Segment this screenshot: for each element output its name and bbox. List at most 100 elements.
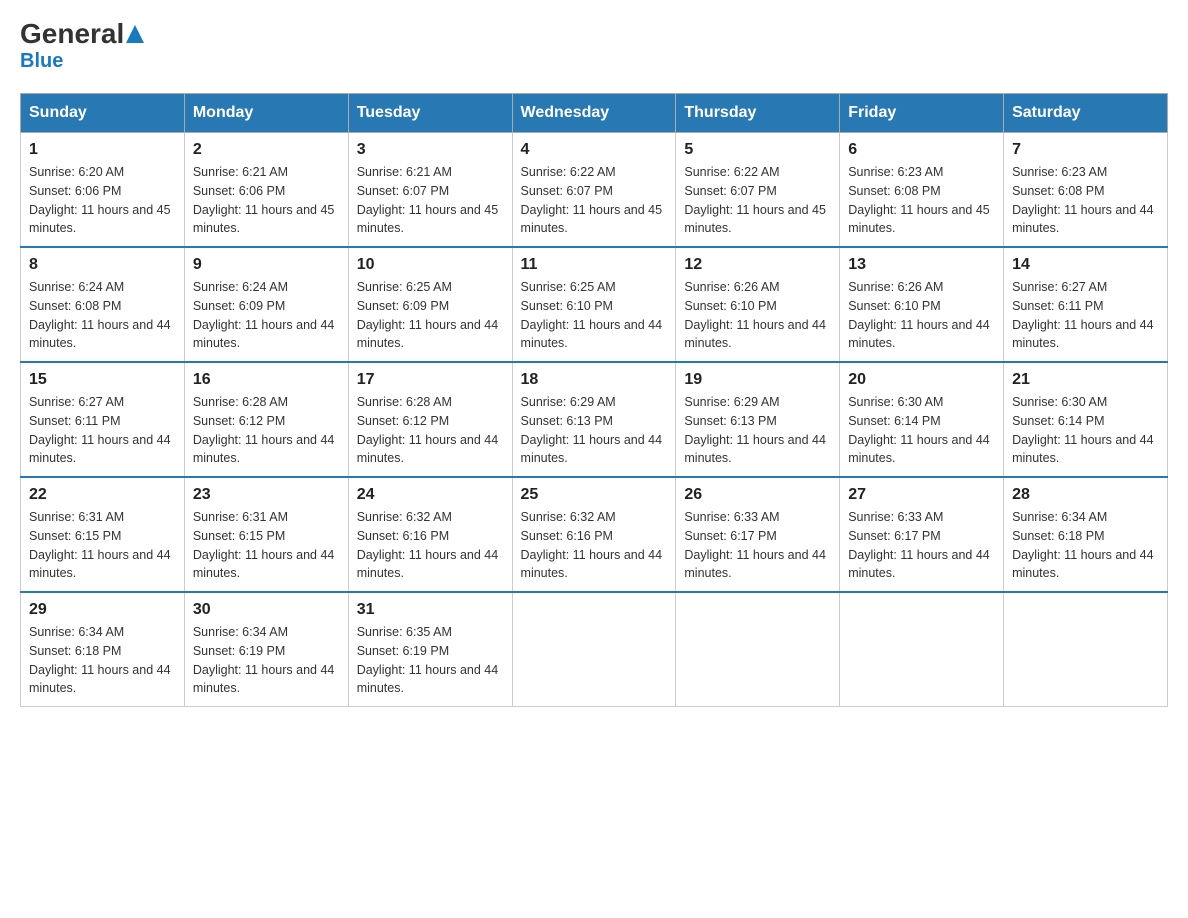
week-row-3: 22 Sunrise: 6:31 AMSunset: 6:15 PMDaylig… bbox=[21, 477, 1168, 592]
day-info: Sunrise: 6:21 AMSunset: 6:07 PMDaylight:… bbox=[357, 163, 504, 238]
day-number: 11 bbox=[521, 256, 668, 274]
day-number: 6 bbox=[848, 141, 995, 159]
day-info: Sunrise: 6:32 AMSunset: 6:16 PMDaylight:… bbox=[521, 508, 668, 583]
day-number: 18 bbox=[521, 371, 668, 389]
day-number: 25 bbox=[521, 486, 668, 504]
calendar-cell: 17 Sunrise: 6:28 AMSunset: 6:12 PMDaylig… bbox=[348, 362, 512, 477]
calendar-cell: 25 Sunrise: 6:32 AMSunset: 6:16 PMDaylig… bbox=[512, 477, 676, 592]
day-info: Sunrise: 6:30 AMSunset: 6:14 PMDaylight:… bbox=[848, 393, 995, 468]
header-wednesday: Wednesday bbox=[512, 94, 676, 133]
calendar-cell: 29 Sunrise: 6:34 AMSunset: 6:18 PMDaylig… bbox=[21, 592, 185, 707]
day-info: Sunrise: 6:26 AMSunset: 6:10 PMDaylight:… bbox=[848, 278, 995, 353]
day-info: Sunrise: 6:24 AMSunset: 6:08 PMDaylight:… bbox=[29, 278, 176, 353]
calendar-cell bbox=[840, 592, 1004, 707]
calendar-cell: 11 Sunrise: 6:25 AMSunset: 6:10 PMDaylig… bbox=[512, 247, 676, 362]
calendar-cell: 7 Sunrise: 6:23 AMSunset: 6:08 PMDayligh… bbox=[1004, 133, 1168, 248]
day-number: 4 bbox=[521, 141, 668, 159]
day-number: 22 bbox=[29, 486, 176, 504]
calendar-cell: 24 Sunrise: 6:32 AMSunset: 6:16 PMDaylig… bbox=[348, 477, 512, 592]
header-saturday: Saturday bbox=[1004, 94, 1168, 133]
calendar-cell: 26 Sunrise: 6:33 AMSunset: 6:17 PMDaylig… bbox=[676, 477, 840, 592]
day-info: Sunrise: 6:21 AMSunset: 6:06 PMDaylight:… bbox=[193, 163, 340, 238]
calendar-cell: 15 Sunrise: 6:27 AMSunset: 6:11 PMDaylig… bbox=[21, 362, 185, 477]
day-number: 9 bbox=[193, 256, 340, 274]
day-info: Sunrise: 6:34 AMSunset: 6:19 PMDaylight:… bbox=[193, 623, 340, 698]
day-info: Sunrise: 6:29 AMSunset: 6:13 PMDaylight:… bbox=[684, 393, 831, 468]
calendar-cell: 28 Sunrise: 6:34 AMSunset: 6:18 PMDaylig… bbox=[1004, 477, 1168, 592]
day-number: 28 bbox=[1012, 486, 1159, 504]
day-number: 12 bbox=[684, 256, 831, 274]
calendar-cell: 31 Sunrise: 6:35 AMSunset: 6:19 PMDaylig… bbox=[348, 592, 512, 707]
day-info: Sunrise: 6:20 AMSunset: 6:06 PMDaylight:… bbox=[29, 163, 176, 238]
day-number: 3 bbox=[357, 141, 504, 159]
day-info: Sunrise: 6:31 AMSunset: 6:15 PMDaylight:… bbox=[193, 508, 340, 583]
calendar-cell: 14 Sunrise: 6:27 AMSunset: 6:11 PMDaylig… bbox=[1004, 247, 1168, 362]
logo: General Blue bbox=[20, 20, 144, 73]
calendar-cell: 30 Sunrise: 6:34 AMSunset: 6:19 PMDaylig… bbox=[184, 592, 348, 707]
day-number: 19 bbox=[684, 371, 831, 389]
day-number: 24 bbox=[357, 486, 504, 504]
day-number: 20 bbox=[848, 371, 995, 389]
calendar-cell: 3 Sunrise: 6:21 AMSunset: 6:07 PMDayligh… bbox=[348, 133, 512, 248]
calendar-cell: 9 Sunrise: 6:24 AMSunset: 6:09 PMDayligh… bbox=[184, 247, 348, 362]
day-number: 23 bbox=[193, 486, 340, 504]
page-header: General Blue bbox=[20, 20, 1168, 73]
day-number: 15 bbox=[29, 371, 176, 389]
day-number: 2 bbox=[193, 141, 340, 159]
calendar-cell: 5 Sunrise: 6:22 AMSunset: 6:07 PMDayligh… bbox=[676, 133, 840, 248]
week-row-2: 15 Sunrise: 6:27 AMSunset: 6:11 PMDaylig… bbox=[21, 362, 1168, 477]
day-number: 17 bbox=[357, 371, 504, 389]
day-info: Sunrise: 6:34 AMSunset: 6:18 PMDaylight:… bbox=[29, 623, 176, 698]
calendar-cell: 8 Sunrise: 6:24 AMSunset: 6:08 PMDayligh… bbox=[21, 247, 185, 362]
calendar-cell: 6 Sunrise: 6:23 AMSunset: 6:08 PMDayligh… bbox=[840, 133, 1004, 248]
week-row-4: 29 Sunrise: 6:34 AMSunset: 6:18 PMDaylig… bbox=[21, 592, 1168, 707]
day-info: Sunrise: 6:32 AMSunset: 6:16 PMDaylight:… bbox=[357, 508, 504, 583]
calendar-cell: 13 Sunrise: 6:26 AMSunset: 6:10 PMDaylig… bbox=[840, 247, 1004, 362]
day-info: Sunrise: 6:26 AMSunset: 6:10 PMDaylight:… bbox=[684, 278, 831, 353]
day-info: Sunrise: 6:29 AMSunset: 6:13 PMDaylight:… bbox=[521, 393, 668, 468]
day-info: Sunrise: 6:28 AMSunset: 6:12 PMDaylight:… bbox=[193, 393, 340, 468]
day-number: 27 bbox=[848, 486, 995, 504]
day-info: Sunrise: 6:27 AMSunset: 6:11 PMDaylight:… bbox=[1012, 278, 1159, 353]
day-number: 21 bbox=[1012, 371, 1159, 389]
day-info: Sunrise: 6:35 AMSunset: 6:19 PMDaylight:… bbox=[357, 623, 504, 698]
day-number: 30 bbox=[193, 601, 340, 619]
day-info: Sunrise: 6:30 AMSunset: 6:14 PMDaylight:… bbox=[1012, 393, 1159, 468]
calendar-cell: 16 Sunrise: 6:28 AMSunset: 6:12 PMDaylig… bbox=[184, 362, 348, 477]
day-info: Sunrise: 6:23 AMSunset: 6:08 PMDaylight:… bbox=[848, 163, 995, 238]
day-number: 14 bbox=[1012, 256, 1159, 274]
week-row-1: 8 Sunrise: 6:24 AMSunset: 6:08 PMDayligh… bbox=[21, 247, 1168, 362]
header-sunday: Sunday bbox=[21, 94, 185, 133]
day-info: Sunrise: 6:25 AMSunset: 6:10 PMDaylight:… bbox=[521, 278, 668, 353]
header-thursday: Thursday bbox=[676, 94, 840, 133]
calendar-cell bbox=[1004, 592, 1168, 707]
day-number: 16 bbox=[193, 371, 340, 389]
calendar-cell: 21 Sunrise: 6:30 AMSunset: 6:14 PMDaylig… bbox=[1004, 362, 1168, 477]
day-info: Sunrise: 6:24 AMSunset: 6:09 PMDaylight:… bbox=[193, 278, 340, 353]
day-info: Sunrise: 6:25 AMSunset: 6:09 PMDaylight:… bbox=[357, 278, 504, 353]
calendar-header-row: SundayMondayTuesdayWednesdayThursdayFrid… bbox=[21, 94, 1168, 133]
calendar-cell: 22 Sunrise: 6:31 AMSunset: 6:15 PMDaylig… bbox=[21, 477, 185, 592]
day-info: Sunrise: 6:22 AMSunset: 6:07 PMDaylight:… bbox=[521, 163, 668, 238]
header-tuesday: Tuesday bbox=[348, 94, 512, 133]
calendar-cell: 18 Sunrise: 6:29 AMSunset: 6:13 PMDaylig… bbox=[512, 362, 676, 477]
calendar-cell: 19 Sunrise: 6:29 AMSunset: 6:13 PMDaylig… bbox=[676, 362, 840, 477]
calendar-cell: 10 Sunrise: 6:25 AMSunset: 6:09 PMDaylig… bbox=[348, 247, 512, 362]
day-number: 7 bbox=[1012, 141, 1159, 159]
day-number: 5 bbox=[684, 141, 831, 159]
day-info: Sunrise: 6:33 AMSunset: 6:17 PMDaylight:… bbox=[684, 508, 831, 583]
calendar-cell: 23 Sunrise: 6:31 AMSunset: 6:15 PMDaylig… bbox=[184, 477, 348, 592]
calendar-cell bbox=[676, 592, 840, 707]
day-number: 8 bbox=[29, 256, 176, 274]
day-number: 1 bbox=[29, 141, 176, 159]
day-number: 10 bbox=[357, 256, 504, 274]
calendar-table: SundayMondayTuesdayWednesdayThursdayFrid… bbox=[20, 93, 1168, 707]
day-info: Sunrise: 6:34 AMSunset: 6:18 PMDaylight:… bbox=[1012, 508, 1159, 583]
day-info: Sunrise: 6:22 AMSunset: 6:07 PMDaylight:… bbox=[684, 163, 831, 238]
calendar-cell: 4 Sunrise: 6:22 AMSunset: 6:07 PMDayligh… bbox=[512, 133, 676, 248]
calendar-cell bbox=[512, 592, 676, 707]
day-number: 31 bbox=[357, 601, 504, 619]
calendar-cell: 12 Sunrise: 6:26 AMSunset: 6:10 PMDaylig… bbox=[676, 247, 840, 362]
day-info: Sunrise: 6:27 AMSunset: 6:11 PMDaylight:… bbox=[29, 393, 176, 468]
logo-blue-text: Blue bbox=[20, 50, 144, 73]
